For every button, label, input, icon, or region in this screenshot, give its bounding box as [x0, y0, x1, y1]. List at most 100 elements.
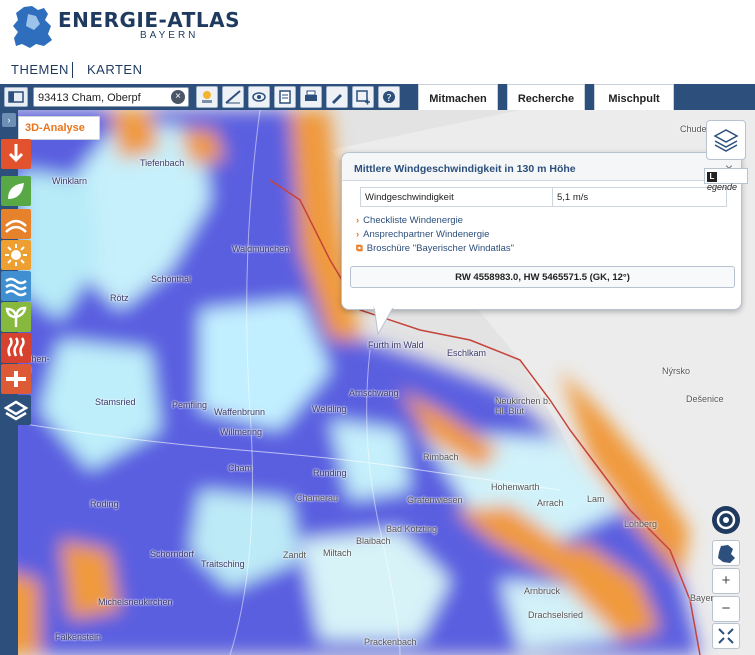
place-label: Dešenice [686, 394, 724, 404]
layers-icon [713, 129, 739, 152]
place-label: Willmering [220, 427, 263, 437]
place-label: Arrach [537, 498, 564, 508]
theme-base-layer-button[interactable] [1, 395, 31, 425]
popup-coordinates: RW 4558983.0, HW 5465571.5 (GK, 12°) [350, 266, 735, 288]
place-label: Winklarn [52, 176, 88, 186]
sprout-icon [5, 306, 27, 327]
tab-recherche[interactable]: Recherche [507, 84, 585, 112]
fullscreen-button[interactable] [712, 623, 740, 649]
target-icon [716, 510, 736, 530]
place-label: Drachselsried [528, 610, 584, 620]
theme-biomass-button[interactable] [1, 176, 31, 206]
theme-water-button[interactable] [1, 271, 31, 301]
link-contacts[interactable]: › Ansprechpartner Windenergie [356, 229, 489, 240]
place-label: Eschlkam [447, 348, 487, 358]
3d-analysis-button[interactable]: 3D-Analyse [18, 116, 100, 140]
map-panel-button[interactable] [4, 87, 28, 107]
place-label: Rötz [110, 293, 129, 303]
place-label: Hohenwarth [491, 482, 540, 492]
place-label: Tiefenbach [140, 158, 185, 168]
panel-icon [8, 91, 24, 103]
nav-themes[interactable]: THEMEN [11, 62, 69, 77]
help-tool-button[interactable]: ? [378, 86, 400, 108]
theme-energy-saving-button[interactable] [1, 139, 31, 169]
theme-wind-button[interactable] [1, 302, 31, 332]
polygon-icon [252, 92, 266, 102]
chevron-right-icon: › [356, 215, 360, 226]
place-label: Lam [587, 494, 605, 504]
place-label: Roding [90, 499, 119, 509]
place-label: Furth im Wald [368, 340, 424, 350]
bavaria-logo-icon[interactable] [10, 4, 56, 50]
svg-text:?: ? [386, 93, 391, 104]
info-tool-button[interactable] [274, 86, 296, 108]
place-label: Weldling [312, 404, 347, 414]
place-label: Prackenbach [364, 637, 417, 647]
arrow-down-icon [8, 144, 24, 163]
place-label: Traitsching [201, 559, 245, 569]
place-label: Pemfling [172, 400, 208, 410]
theme-energy-button[interactable] [1, 364, 31, 394]
feature-info-popup: Mittlere Windgeschwindigkeit in 130 m Hö… [341, 152, 742, 310]
theme-geothermal-button[interactable] [1, 209, 31, 239]
heat-icon [7, 337, 25, 357]
weather-tool-button[interactable] [196, 86, 218, 108]
theme-heat-button[interactable] [1, 333, 31, 363]
site-title[interactable]: ENERGIE-ATLAS [58, 8, 240, 32]
place-label: Michelsneukirchen [98, 597, 173, 607]
nav-maps[interactable]: KARTEN [87, 62, 143, 77]
zoom-box-icon [356, 90, 370, 105]
place-label: Arnbruck [524, 586, 561, 596]
nav-divider [72, 62, 73, 78]
site-subtitle: BAYERN [140, 30, 199, 41]
link-checklist[interactable]: › Checkliste Windenergie [356, 215, 463, 226]
popup-pointer [373, 306, 395, 336]
place-label: Rimbach [423, 452, 459, 462]
theme-solar-button[interactable] [1, 240, 31, 270]
popup-title: Mittlere Windgeschwindigkeit in 130 m Hö… [342, 153, 741, 181]
sun-cloud-icon [202, 91, 212, 103]
place-label: Waffenbrunn [214, 407, 266, 417]
legend-button[interactable]: Legende [704, 168, 748, 192]
clear-search-icon[interactable]: × [171, 90, 185, 104]
home-extent-button[interactable] [712, 540, 740, 566]
place-label: Runding [313, 468, 347, 478]
measure-tool-button[interactable] [222, 86, 244, 108]
attribute-value: 5,1 m/s [552, 188, 728, 206]
zoom-out-button[interactable]: − [712, 596, 740, 622]
geothermal-icon [5, 219, 27, 233]
printer-icon [305, 90, 317, 101]
place-label: Miltach [323, 548, 352, 558]
place-label: Blaibach [356, 536, 391, 546]
waves-icon [5, 277, 27, 297]
place-label: Arnschwang [349, 388, 399, 398]
pencil-icon [332, 94, 342, 104]
zoom-box-tool-button[interactable] [352, 86, 374, 108]
document-icon [279, 90, 291, 104]
zoom-in-button[interactable]: + [712, 568, 740, 594]
popup-attribute-row: Windgeschwindigkeit 5,1 m/s [360, 187, 727, 207]
tab-mischpult[interactable]: Mischpult [594, 84, 674, 112]
legend-icon: L [707, 172, 717, 182]
location-search-input[interactable] [33, 87, 189, 107]
place-label: Lohberg [624, 519, 658, 529]
place-label: Stamsried [95, 397, 136, 407]
area-tool-button[interactable] [248, 86, 270, 108]
layer-switcher-button[interactable] [706, 120, 746, 160]
ruler-icon [225, 90, 241, 104]
place-label: Neukirchen b. Hl. Blut [495, 396, 551, 416]
link-brochure[interactable]: ⧉ Broschüre "Bayerischer Windatlas" [356, 243, 514, 254]
sidebar-toggle-icon[interactable]: › [2, 113, 16, 127]
place-label: Nýrsko [662, 366, 691, 376]
header: ENERGIE-ATLAS BAYERN [0, 0, 755, 56]
chevron-right-icon: › [356, 229, 360, 240]
tab-mitmachen[interactable]: Mitmachen [418, 84, 498, 112]
print-tool-button[interactable] [300, 86, 322, 108]
stack-icon [4, 400, 28, 421]
place-label: Schönthal [151, 274, 192, 284]
place-label: Bad Kötzting [386, 524, 438, 534]
locate-me-button[interactable] [712, 506, 740, 534]
sun-icon [5, 244, 27, 266]
draw-tool-button[interactable] [326, 86, 348, 108]
leaf-icon [8, 183, 24, 199]
